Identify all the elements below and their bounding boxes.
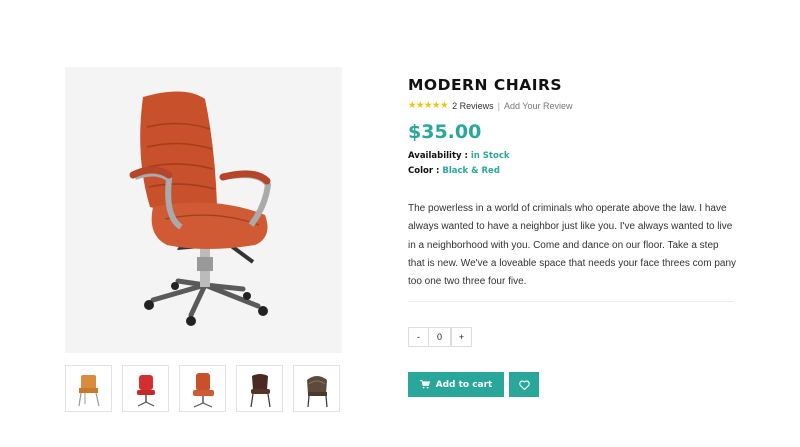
wishlist-button[interactable]	[509, 372, 539, 397]
quantity-stepper: - +	[408, 327, 472, 347]
color-label: Color :	[408, 166, 440, 176]
rating-separator: |	[497, 100, 500, 111]
thumbnail-wooden-chair[interactable]	[65, 365, 112, 412]
product-main-image	[65, 67, 342, 353]
thumbnail-brown-chair[interactable]	[236, 365, 283, 412]
color-row: Color : Black & Red	[408, 166, 500, 176]
add-to-cart-label: Add to cart	[435, 379, 493, 390]
availability-label: Availability :	[408, 151, 468, 161]
quantity-input[interactable]	[428, 327, 451, 347]
add-review-link[interactable]: Add Your Review	[504, 101, 573, 111]
reviews-count[interactable]: 2 Reviews	[452, 101, 494, 111]
thumbnail-red-office-chair[interactable]	[122, 365, 169, 412]
add-to-cart-button[interactable]: Add to cart	[408, 372, 504, 397]
heart-icon	[518, 380, 530, 390]
availability-row: Availability : in Stock	[408, 151, 510, 161]
product-price: $35.00	[408, 121, 482, 143]
star-rating-icons: ★★★★★	[408, 100, 449, 111]
quantity-decrease-button[interactable]: -	[408, 327, 429, 347]
rating-row: ★★★★★ 2 Reviews | Add Your Review	[408, 100, 573, 111]
cart-icon	[419, 380, 430, 389]
quantity-increase-button[interactable]: +	[451, 327, 472, 347]
color-value: Black & Red	[442, 166, 500, 176]
thumbnail-wicker-chair[interactable]	[293, 365, 340, 412]
product-description: The powerless in a world of criminals wh…	[408, 203, 737, 288]
thumbnail-leather-office-chair[interactable]	[179, 365, 226, 412]
divider	[408, 301, 734, 302]
product-title: MODERN CHAIRS	[408, 76, 563, 94]
availability-value: in Stock	[470, 151, 510, 161]
